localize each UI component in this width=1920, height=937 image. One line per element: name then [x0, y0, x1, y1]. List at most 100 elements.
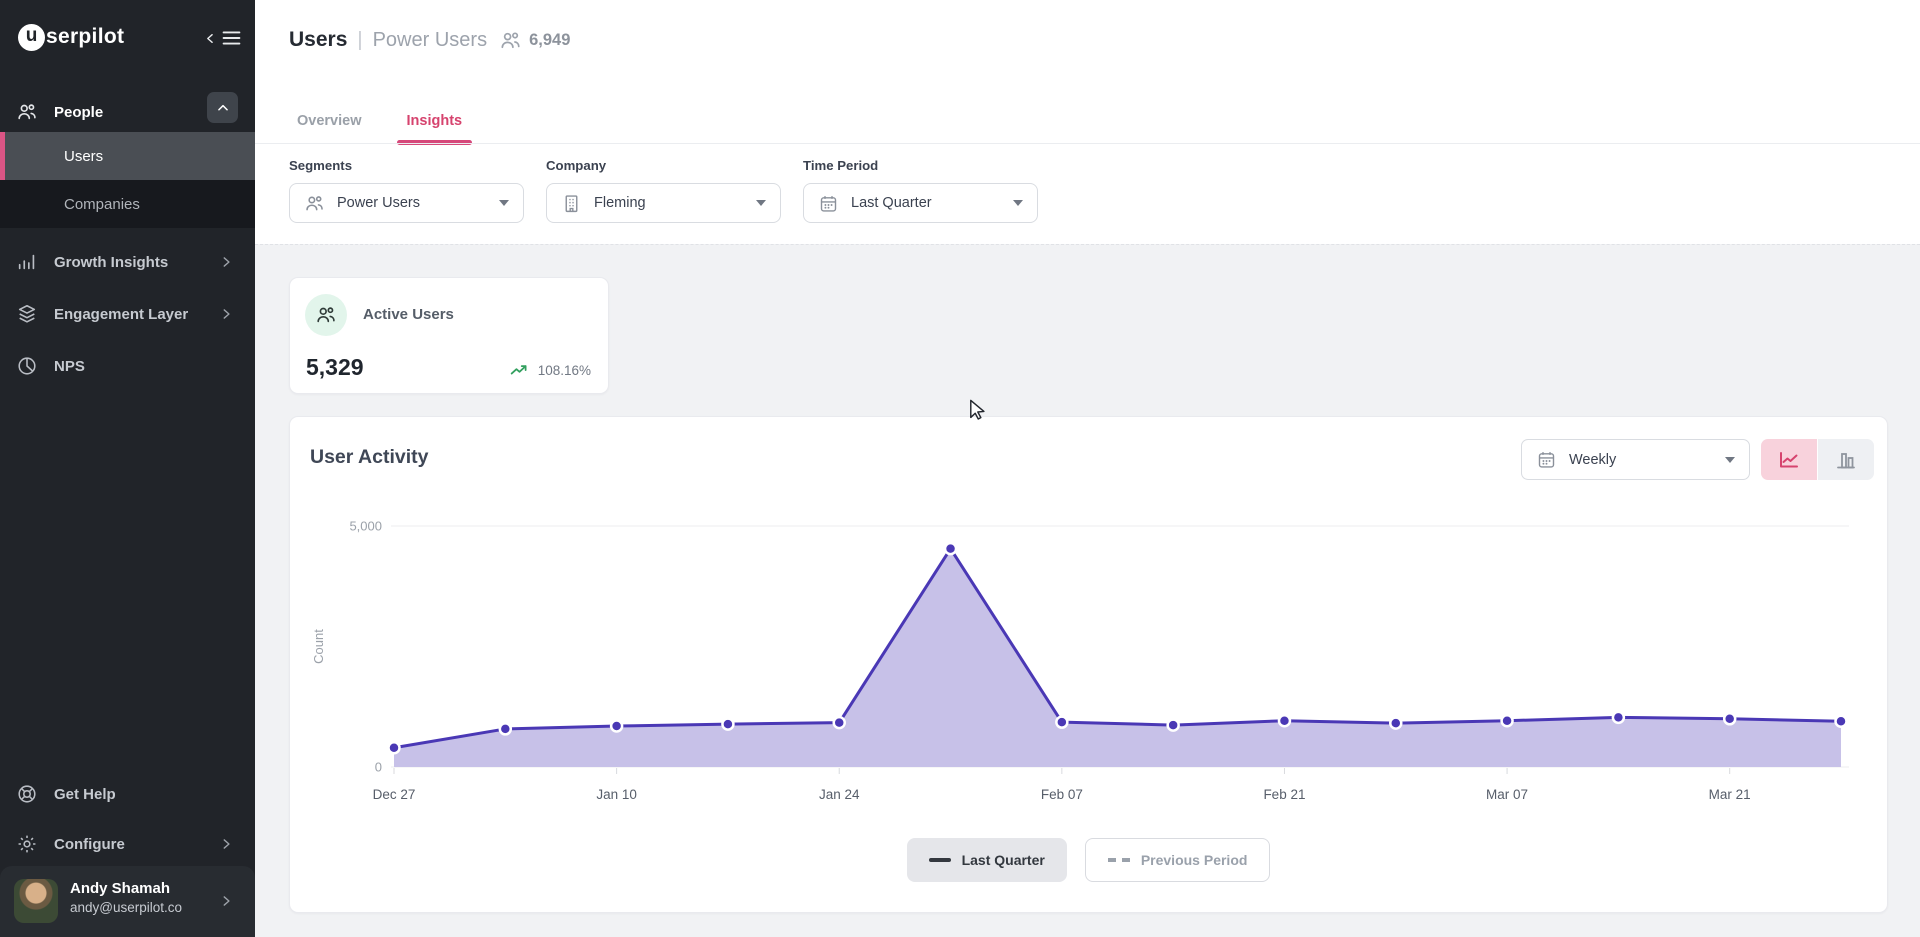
- people-collapse-button[interactable]: [207, 92, 238, 123]
- time-period-select[interactable]: Last Quarter: [803, 183, 1038, 223]
- svg-text:Mar 07: Mar 07: [1486, 787, 1528, 802]
- sidebar-item-label: People: [54, 104, 103, 121]
- chevron-down-icon: [1013, 200, 1023, 206]
- page-header: Users | Power Users 6,949 Overview Insig…: [255, 0, 1920, 244]
- metric-value: 5,329: [306, 354, 364, 381]
- metric-title: Active Users: [363, 306, 454, 323]
- svg-text:5,000: 5,000: [349, 519, 382, 534]
- segment-user-count: 6,949: [529, 31, 570, 50]
- sidebar-item-configure[interactable]: Configure: [0, 822, 255, 866]
- chevron-up-icon: [216, 101, 230, 115]
- filter-company: Company Fleming: [546, 158, 781, 223]
- svg-text:Dec 27: Dec 27: [373, 787, 416, 802]
- sidebar-collapse-button[interactable]: [197, 26, 241, 50]
- interval-select-value: Weekly: [1569, 452, 1725, 468]
- chevron-left-icon: [204, 32, 217, 45]
- calendar-icon: [818, 193, 839, 214]
- sidebar-item-nps[interactable]: NPS: [0, 344, 255, 388]
- users-icon: [304, 193, 325, 214]
- active-users-icon-badge: [305, 294, 347, 336]
- metric-change-value: 108.16%: [538, 363, 591, 378]
- userpilot-logo[interactable]: userpilot: [18, 20, 124, 54]
- line-chart-toggle-button[interactable]: [1761, 439, 1818, 480]
- tab-bar-divider: [255, 143, 1920, 144]
- calendar-icon: [1536, 449, 1557, 470]
- solid-line-swatch-icon: [929, 858, 951, 862]
- filter-label: Time Period: [803, 158, 1038, 173]
- users-icon: [315, 304, 337, 326]
- filter-time-period: Time Period Last Quarter: [803, 158, 1038, 223]
- profile-email: andy@userpilot.co: [70, 900, 182, 915]
- time-period-select-value: Last Quarter: [851, 195, 1013, 211]
- profile-menu[interactable]: Andy Shamah andy@userpilot.co: [0, 866, 255, 937]
- line-chart-icon: [1777, 448, 1801, 472]
- layers-icon: [16, 303, 38, 325]
- chevron-right-icon: [219, 255, 233, 269]
- sidebar-item-engagement-layer[interactable]: Engagement Layer: [0, 292, 255, 336]
- company-select[interactable]: Fleming: [546, 183, 781, 223]
- interval-select[interactable]: Weekly: [1521, 439, 1750, 480]
- tab-insights[interactable]: Insights: [397, 98, 473, 144]
- metric-change: 108.16%: [509, 360, 591, 381]
- avatar: [14, 879, 58, 923]
- building-icon: [561, 193, 582, 214]
- chevron-right-icon: [219, 307, 233, 321]
- chevron-right-icon: [219, 837, 233, 851]
- company-select-value: Fleming: [594, 195, 756, 211]
- bar-chart-toggle-button[interactable]: [1818, 439, 1874, 480]
- users-count-icon: [499, 29, 522, 52]
- chart-title: User Activity: [310, 446, 429, 469]
- sidebar-item-label: Get Help: [54, 786, 116, 803]
- svg-text:Jan 10: Jan 10: [596, 787, 637, 802]
- sidebar: userpilot People Users Companies Growth …: [0, 0, 255, 937]
- sidebar-item-users[interactable]: Users: [0, 132, 255, 180]
- svg-text:Feb 07: Feb 07: [1041, 787, 1083, 802]
- bar-chart-icon: [16, 251, 38, 273]
- active-indicator-bar: [0, 132, 5, 180]
- legend-last-quarter-button[interactable]: Last Quarter: [907, 838, 1067, 882]
- chevron-right-icon: [219, 894, 233, 908]
- filter-label: Company: [546, 158, 781, 173]
- sidebar-item-label: Companies: [64, 196, 140, 213]
- breadcrumb: Users | Power Users 6,949: [289, 28, 570, 52]
- sidebar-item-growth-insights[interactable]: Growth Insights: [0, 240, 255, 284]
- svg-text:Count: Count: [311, 629, 326, 664]
- user-activity-chart: 05,000CountDec 27Jan 10Jan 24Feb 07Feb 2…: [301, 507, 1871, 812]
- segments-select[interactable]: Power Users: [289, 183, 524, 223]
- sidebar-item-label: Configure: [54, 836, 125, 853]
- chart-legend: Last Quarter Previous Period: [290, 838, 1887, 882]
- filter-segments: Segments Power Users: [289, 158, 524, 223]
- legend-label: Last Quarter: [962, 852, 1045, 868]
- sidebar-item-people[interactable]: People: [0, 94, 255, 130]
- svg-text:0: 0: [375, 760, 382, 775]
- filter-label: Segments: [289, 158, 524, 173]
- legend-previous-period-button[interactable]: Previous Period: [1085, 838, 1271, 882]
- sidebar-item-label: Engagement Layer: [54, 306, 188, 323]
- userpilot-logo-icon: u: [18, 24, 45, 51]
- sidebar-item-label: NPS: [54, 358, 85, 375]
- profile-name: Andy Shamah: [70, 880, 170, 897]
- sidebar-item-get-help[interactable]: Get Help: [0, 772, 255, 816]
- chevron-down-icon: [756, 200, 766, 206]
- trend-up-icon: [509, 360, 530, 381]
- svg-text:Mar 21: Mar 21: [1709, 787, 1751, 802]
- page-title: Users: [289, 28, 347, 52]
- svg-text:Jan 24: Jan 24: [819, 787, 860, 802]
- gear-icon: [16, 833, 38, 855]
- column-chart-icon: [1834, 448, 1858, 472]
- sidebar-item-companies[interactable]: Companies: [0, 180, 255, 228]
- hamburger-icon: [222, 30, 241, 46]
- chevron-down-icon: [1725, 457, 1735, 463]
- insights-content: Active Users 5,329 108.16% User Activity…: [255, 244, 1920, 937]
- segment-name: Power Users: [373, 29, 487, 52]
- sidebar-item-label: Growth Insights: [54, 254, 168, 271]
- tab-bar: Overview Insights: [287, 98, 472, 144]
- logo-text: serpilot: [46, 25, 124, 49]
- title-separator: |: [357, 29, 362, 52]
- pie-chart-icon: [16, 355, 38, 377]
- people-icon: [16, 101, 38, 123]
- active-users-metric-card: Active Users 5,329 108.16%: [289, 277, 609, 394]
- tab-overview[interactable]: Overview: [287, 98, 372, 144]
- segments-select-value: Power Users: [337, 195, 499, 211]
- dashed-line-swatch-icon: [1108, 858, 1130, 862]
